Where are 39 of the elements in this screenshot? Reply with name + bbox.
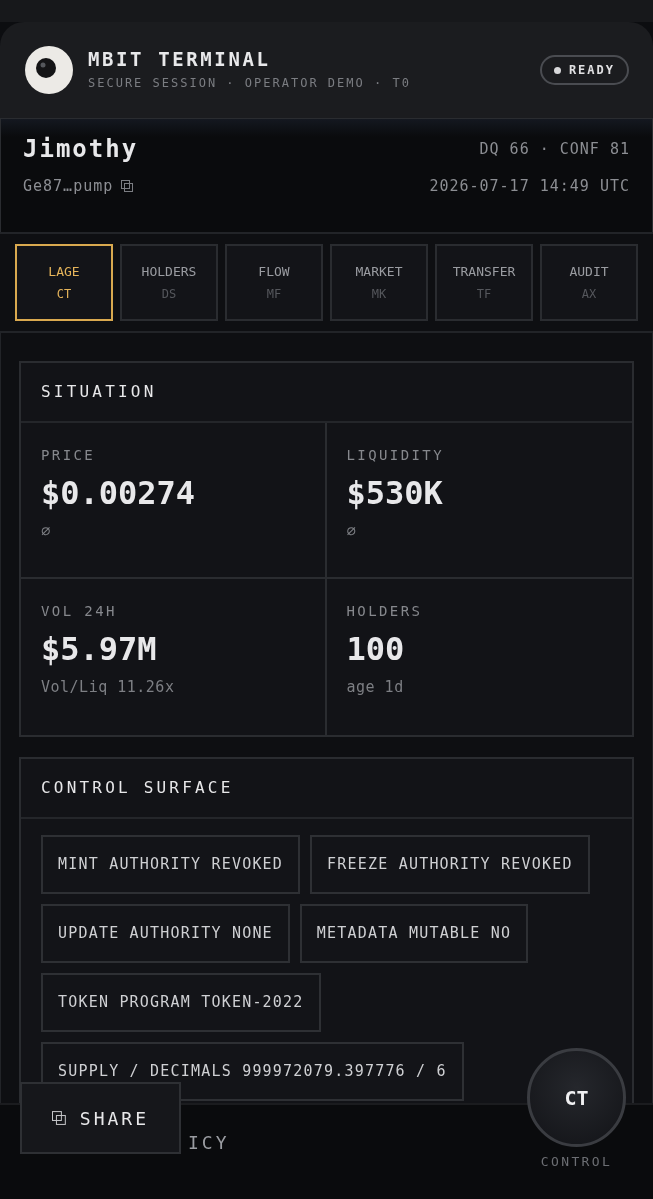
- token-name: Jimothy: [23, 134, 139, 165]
- copy-icon[interactable]: [121, 180, 134, 193]
- section-title: SITUATION: [21, 363, 632, 423]
- app-title: MBIT TERMINAL: [88, 47, 272, 71]
- metric-note: ∅: [41, 521, 52, 543]
- tab[interactable]: FLOW MF: [225, 244, 323, 321]
- timestamp: 2026-07-17 14:49 UTC: [429, 176, 630, 197]
- tab[interactable]: HOLDERS DS: [120, 244, 218, 321]
- section-title: CONTROL SURFACE: [21, 759, 632, 819]
- copy-icon: [52, 1111, 66, 1125]
- metric-note: age 1d: [346, 677, 405, 699]
- metric-value: 100: [346, 630, 406, 669]
- status-tag: FREEZE AUTHORITY REVOKED: [310, 835, 590, 894]
- status-tag: TOKEN PROGRAM TOKEN-2022: [41, 973, 321, 1032]
- metric-label: LIQUIDITY: [346, 446, 445, 465]
- metric-label: VOL 24H: [41, 602, 118, 621]
- status-tag: UPDATE AUTHORITY NONE: [41, 904, 290, 963]
- metric-note: Vol/Liq 11.26x: [41, 677, 176, 699]
- metric-value: $5.97M: [41, 630, 158, 669]
- metric-value: $0.00274: [41, 474, 197, 513]
- share-button[interactable]: SHARE: [20, 1082, 181, 1154]
- status-label: READY: [568, 62, 615, 79]
- metric-label: PRICE: [41, 446, 97, 465]
- control-caption: CONTROL: [539, 1153, 614, 1171]
- tab[interactable]: AUDIT AX: [540, 244, 638, 321]
- metric-value: $530K: [346, 474, 444, 513]
- footer-text: ICY: [188, 1132, 230, 1153]
- metric-note: ∅: [346, 521, 358, 543]
- token-scores: DQ 66 · CONF 81: [479, 138, 630, 160]
- status-dot-icon: [553, 66, 561, 74]
- metric-label: HOLDERS: [346, 602, 424, 621]
- tab[interactable]: TRANSFER TF: [435, 244, 533, 321]
- session-subtitle: SECURE SESSION · OPERATOR DEMO · T0: [88, 75, 412, 93]
- tab[interactable]: MARKET MK: [330, 244, 428, 321]
- tab[interactable]: LAGE CT: [15, 244, 113, 321]
- eye-icon: [24, 45, 74, 95]
- status-tag: METADATA MUTABLE NO: [299, 904, 529, 963]
- token-address: Ge87…pump: [23, 176, 114, 197]
- status-tag: MINT AUTHORITY REVOKED: [41, 835, 301, 894]
